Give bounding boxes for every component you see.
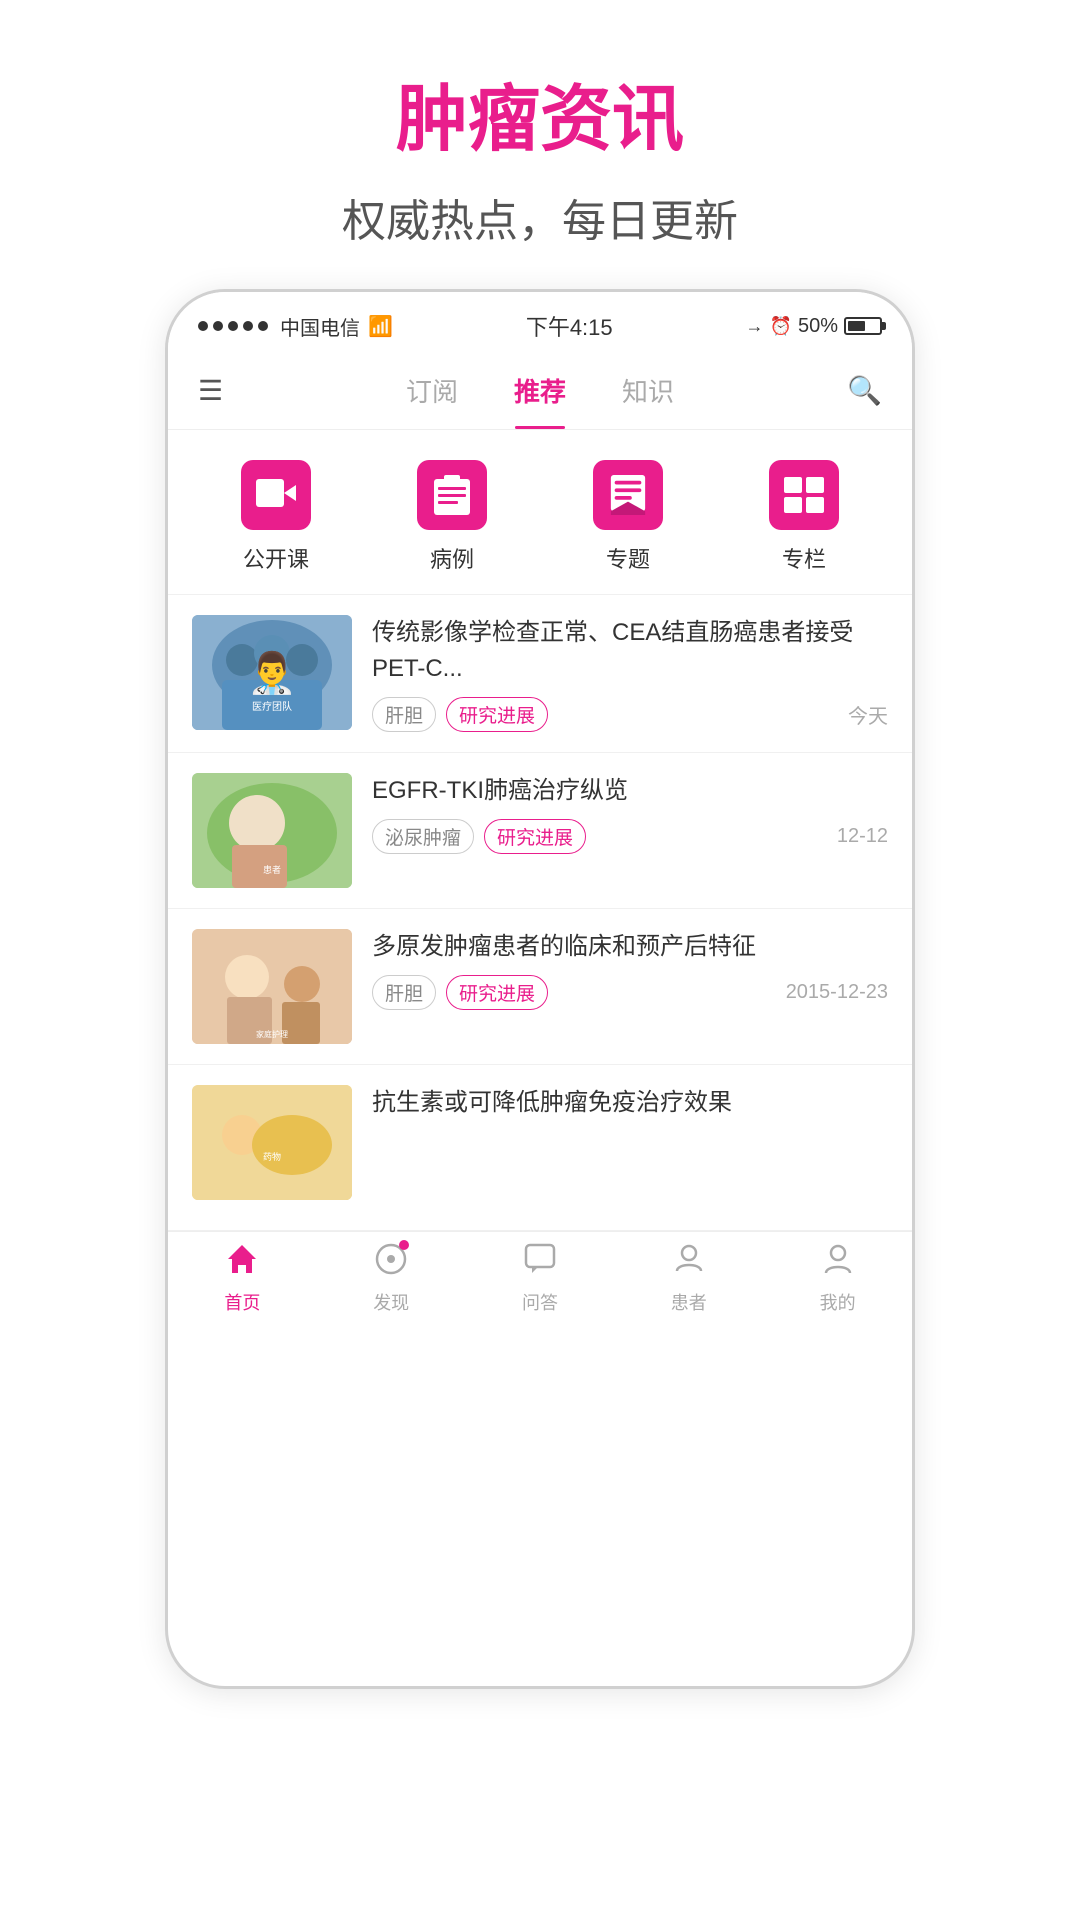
- discover-label: 发现: [373, 1289, 409, 1315]
- signal-dot-5: [258, 321, 268, 331]
- signal-dot-4: [243, 321, 253, 331]
- svg-text:家庭护理: 家庭护理: [256, 1029, 288, 1039]
- alarm-icon: ⏰: [770, 316, 792, 337]
- news-thumb-2: 患者: [192, 773, 352, 888]
- news-date-2: 12-12: [837, 825, 888, 848]
- page-title: 肿瘤资讯: [342, 60, 738, 165]
- patient-icon: [673, 1242, 705, 1284]
- mine-label: 我的: [820, 1289, 856, 1315]
- page-subtitle: 权威热点，每日更新: [342, 185, 738, 249]
- news-content-1: 传统影像学检查正常、CEA结直肠癌患者接受PET-C... 肝胆 研究进展 今天: [372, 615, 888, 732]
- menu-icon[interactable]: ☰: [198, 374, 258, 407]
- status-right: → ⏰ 50%: [746, 315, 882, 338]
- svg-text:药物: 药物: [263, 1151, 281, 1162]
- category-open-course[interactable]: 公开课: [241, 460, 311, 574]
- news-meta-3: 肝胆 研究进展 2015-12-23: [372, 975, 888, 1010]
- case-icon: [417, 460, 487, 530]
- news-list: 医疗团队 传统影像学检查正常、CEA结直肠癌患者接受PET-C... 肝胆 研究…: [168, 595, 912, 1231]
- mine-icon: [822, 1242, 854, 1284]
- news-thumb-4: 药物: [192, 1085, 352, 1200]
- news-title-3: 多原发肿瘤患者的临床和预产后特征: [372, 929, 888, 965]
- news-tag-2-2: 研究进展: [484, 819, 586, 854]
- signal-dot-2: [213, 321, 223, 331]
- qa-icon: [524, 1242, 556, 1284]
- patient-label: 患者: [671, 1289, 707, 1315]
- news-tag-3-2: 研究进展: [446, 975, 548, 1010]
- bottom-nav-mine[interactable]: 我的: [763, 1242, 912, 1315]
- column-label: 专栏: [782, 542, 826, 574]
- news-title-4: 抗生素或可降低肿瘤免疫治疗效果: [372, 1085, 888, 1121]
- bottom-nav-patient[interactable]: 患者: [614, 1242, 763, 1315]
- topic-icon: [593, 460, 663, 530]
- search-icon[interactable]: 🔍: [822, 374, 882, 407]
- location-icon: →: [746, 316, 764, 337]
- home-icon: [226, 1242, 258, 1284]
- battery-percent: 50%: [798, 315, 838, 338]
- home-label: 首页: [224, 1289, 260, 1315]
- bottom-nav: 首页 发现 问答: [168, 1231, 912, 1330]
- svg-text:医疗团队: 医疗团队: [252, 700, 292, 713]
- signal-bars: [198, 321, 268, 331]
- nav-tabs: 订阅 推荐 知识: [258, 364, 822, 417]
- topic-label: 专题: [606, 542, 650, 574]
- tab-knowledge[interactable]: 知识: [594, 364, 702, 417]
- news-tag-1-1: 肝胆: [372, 697, 436, 732]
- category-column[interactable]: 专栏: [769, 460, 839, 574]
- phone-frame: 中国电信 📶 下午4:15 → ⏰ 50% ☰ 订阅 推荐 知识 🔍: [165, 289, 915, 1689]
- status-left: 中国电信 📶: [198, 312, 393, 341]
- category-case[interactable]: 病例: [417, 460, 487, 574]
- svg-text:患者: 患者: [263, 864, 281, 875]
- open-course-icon: [241, 460, 311, 530]
- battery-fill: [848, 321, 865, 331]
- status-bar: 中国电信 📶 下午4:15 → ⏰ 50%: [168, 292, 912, 352]
- news-thumb-1: 医疗团队: [192, 615, 352, 730]
- status-time: 下午4:15: [526, 310, 613, 342]
- news-tag-2-1: 泌尿肿瘤: [372, 819, 474, 854]
- discover-dot: [399, 1240, 409, 1250]
- bottom-nav-home[interactable]: 首页: [168, 1242, 317, 1315]
- signal-dot-1: [198, 321, 208, 331]
- wifi-icon: 📶: [368, 314, 393, 339]
- carrier-label: 中国电信: [280, 312, 360, 341]
- news-thumb-3: 家庭护理: [192, 929, 352, 1044]
- tab-subscribe[interactable]: 订阅: [378, 364, 486, 417]
- tab-recommend[interactable]: 推荐: [486, 364, 594, 417]
- news-item-2[interactable]: 患者 EGFR-TKI肺癌治疗纵览 泌尿肿瘤 研究进展 12-12: [168, 753, 912, 909]
- nav-bar: ☰ 订阅 推荐 知识 🔍: [168, 352, 912, 430]
- news-tag-3-1: 肝胆: [372, 975, 436, 1010]
- news-date-1: 今天: [848, 700, 888, 729]
- column-icon: [769, 460, 839, 530]
- news-content-4: 抗生素或可降低肿瘤免疫治疗效果: [372, 1085, 888, 1121]
- news-item-4[interactable]: 药物 抗生素或可降低肿瘤免疫治疗效果: [168, 1065, 912, 1231]
- category-row: 公开课 病例: [168, 430, 912, 595]
- news-date-3: 2015-12-23: [786, 981, 888, 1004]
- case-label: 病例: [430, 542, 474, 574]
- signal-dot-3: [228, 321, 238, 331]
- news-content-2: EGFR-TKI肺癌治疗纵览 泌尿肿瘤 研究进展 12-12: [372, 773, 888, 854]
- open-course-label: 公开课: [243, 542, 309, 574]
- news-item-1[interactable]: 医疗团队 传统影像学检查正常、CEA结直肠癌患者接受PET-C... 肝胆 研究…: [168, 595, 912, 753]
- news-item-3[interactable]: 家庭护理 多原发肿瘤患者的临床和预产后特征 肝胆 研究进展 2015-12-23: [168, 909, 912, 1065]
- qa-label: 问答: [522, 1289, 558, 1315]
- news-title-2: EGFR-TKI肺癌治疗纵览: [372, 773, 888, 809]
- news-meta-2: 泌尿肿瘤 研究进展 12-12: [372, 819, 888, 854]
- news-meta-1: 肝胆 研究进展 今天: [372, 697, 888, 732]
- battery-icon: [844, 317, 882, 335]
- news-content-3: 多原发肿瘤患者的临床和预产后特征 肝胆 研究进展 2015-12-23: [372, 929, 888, 1010]
- bottom-nav-qa[interactable]: 问答: [466, 1242, 615, 1315]
- category-topic[interactable]: 专题: [593, 460, 663, 574]
- bottom-nav-discover[interactable]: 发现: [317, 1242, 466, 1315]
- news-tag-1-2: 研究进展: [446, 697, 548, 732]
- discover-icon: [375, 1242, 407, 1284]
- news-title-1: 传统影像学检查正常、CEA结直肠癌患者接受PET-C...: [372, 615, 888, 687]
